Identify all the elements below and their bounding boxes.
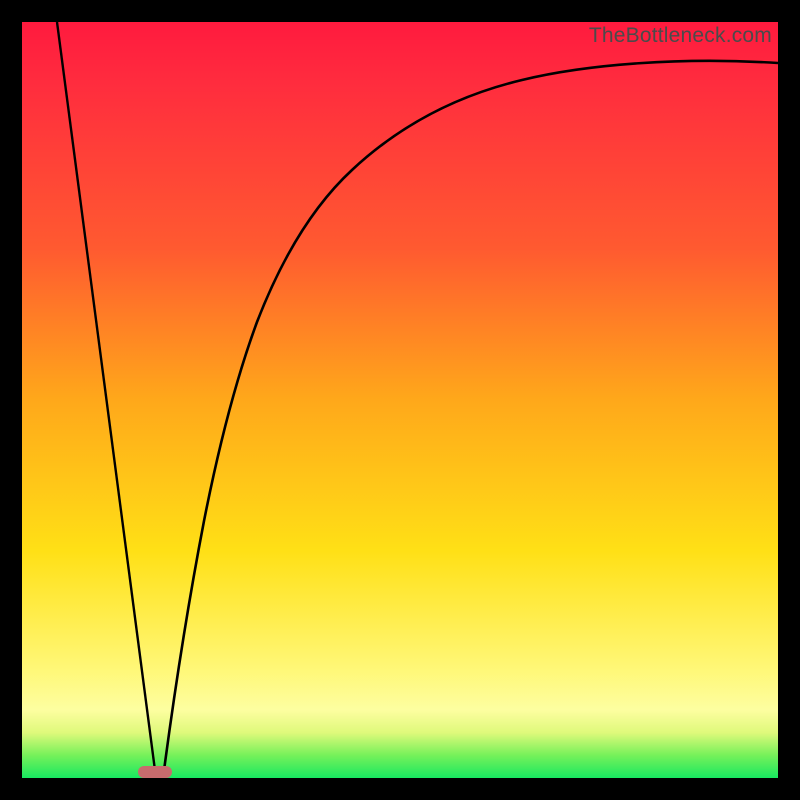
sweet-spot-marker: [138, 766, 172, 778]
curves-svg: [22, 22, 778, 778]
plot-area: TheBottleneck.com: [22, 22, 778, 778]
left-line: [57, 22, 156, 778]
chart-frame: TheBottleneck.com: [0, 0, 800, 800]
right-curve: [163, 61, 778, 778]
